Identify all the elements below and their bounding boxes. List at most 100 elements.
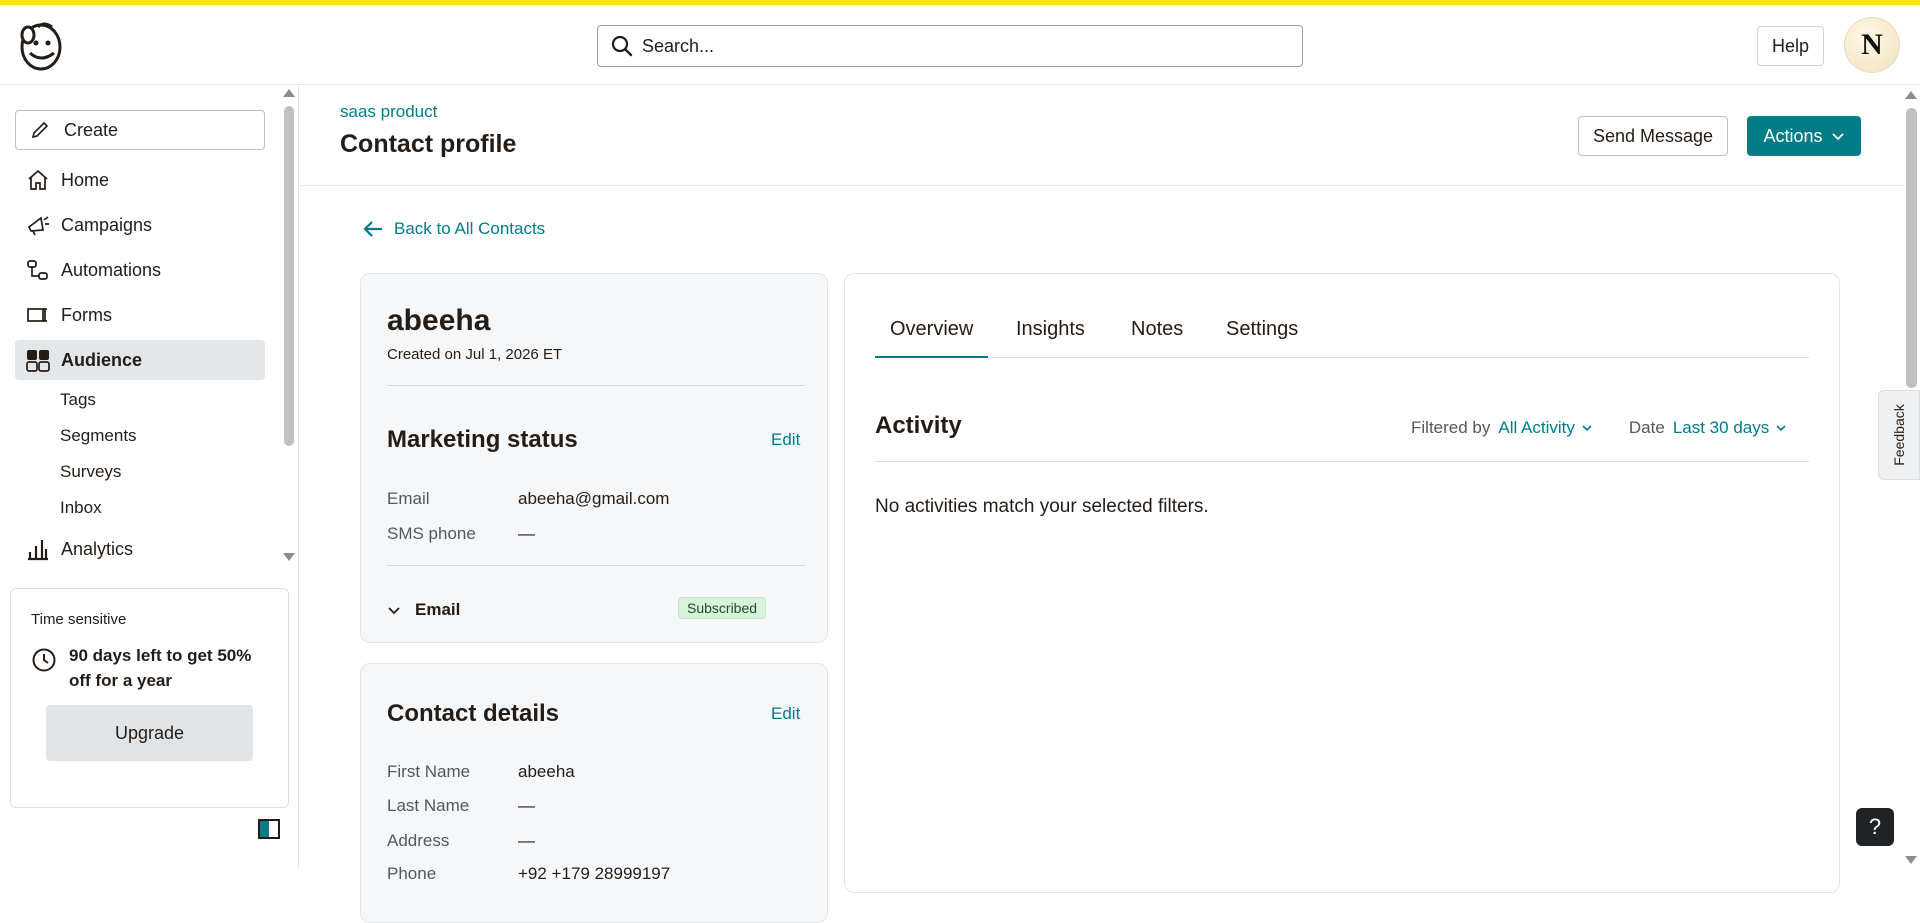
help-float-button[interactable]: ? [1856,808,1894,846]
mailchimp-logo-icon[interactable] [16,19,66,73]
sidebar-item-home[interactable]: Home [15,160,265,200]
address-label: Address [387,831,450,850]
activity-filters: Filtered by All Activity Date Last 30 da… [1411,418,1787,438]
last-name-value: — [518,796,535,815]
help-button[interactable]: Help [1757,26,1824,66]
contact-details-card: Contact details Edit First Name abeeha L… [360,663,828,923]
sidebar-item-automations[interactable]: Automations [15,250,265,290]
divider [875,461,1809,462]
search-icon [611,35,633,57]
edit-details-link[interactable]: Edit [771,704,800,724]
sidebar-subitem-segments[interactable]: Segments [60,426,137,446]
first-name-label: First Name [387,762,471,781]
date-filter-value: Last 30 days [1672,418,1770,437]
edit-marketing-link[interactable]: Edit [771,430,800,450]
sidebar-subitem-tags[interactable]: Tags [60,390,96,410]
sidebar-item-label: Forms [61,304,112,325]
empty-activity-message: No activities match your selected filter… [875,496,1209,517]
upgrade-promo-card: Time sensitive 90 days left to get 50% o… [10,588,289,808]
sms-label: SMS phone [387,524,476,543]
audience-icon [26,350,50,372]
feedback-tab[interactable]: Feedback [1878,390,1920,480]
top-bar: Help N [0,5,1920,85]
sidebar-scrollbar-thumb[interactable] [284,106,294,446]
back-to-contacts-link[interactable]: Back to All Contacts [362,218,545,240]
sms-value: — [518,524,535,543]
automation-icon [27,260,48,280]
date-filter-dropdown[interactable]: Last 30 days [1673,418,1787,438]
divider [387,385,805,386]
sidebar-item-label: Campaigns [61,214,153,235]
sidebar: Create Home Campaigns Automations Forms … [0,86,299,869]
pencil-icon [31,121,49,139]
first-name-value: abeeha [518,762,575,781]
created-on: Created on Jul 1, 2026 ET [387,346,563,363]
upgrade-button[interactable]: Upgrade [46,705,253,761]
address-value: — [518,831,535,850]
main-content: saas product Contact profile Send Messag… [300,86,1904,923]
bar-chart-icon [28,540,48,561]
tab-insights[interactable]: Insights [1001,314,1100,358]
home-icon [28,169,48,190]
header-divider [300,185,1904,186]
sidebar-subitem-inbox[interactable]: Inbox [60,498,102,518]
sidebar-item-label: Analytics [61,538,134,559]
activity-filter-dropdown[interactable]: All Activity [1498,418,1593,438]
chevron-down-icon [1776,425,1786,432]
sidebar-item-audience[interactable]: Audience [15,340,265,380]
promo-text: 90 days left to get 50% off for a year [69,646,252,690]
activity-title: Activity [875,412,962,439]
contact-name: abeeha [387,304,491,337]
sidebar-item-analytics[interactable]: Analytics [15,529,265,569]
contact-details-title: Contact details [387,700,560,727]
sidebar-scroll-up-icon[interactable] [283,89,295,97]
sidebar-item-label: Automations [61,259,162,280]
sidebar-item-label: Home [61,169,110,190]
back-link-label: Back to All Contacts [394,219,546,238]
form-icon [27,308,47,322]
activity-panel: Overview Insights Notes Settings Activit… [844,273,1840,893]
chevron-down-icon [388,607,400,615]
status-badge: Subscribed [678,597,767,619]
email-channel-label: Email [415,600,461,619]
contact-summary-card: abeeha Created on Jul 1, 2026 ET Marketi… [360,273,828,643]
sidebar-scroll-down-icon[interactable] [283,553,295,561]
create-button-label: Create [64,119,119,140]
email-value: abeeha@gmail.com [518,489,670,508]
search-box[interactable] [597,25,1303,67]
divider [387,565,805,566]
tab-settings[interactable]: Settings [1211,314,1313,358]
email-label: Email [387,489,430,508]
filtered-by-label: Filtered by [1411,418,1491,437]
user-avatar[interactable]: N [1844,17,1900,73]
tab-notes[interactable]: Notes [1116,314,1198,358]
sidebar-item-campaigns[interactable]: Campaigns [15,205,265,245]
date-label: Date [1628,418,1665,437]
sidebar-item-label: Audience [61,349,143,370]
last-name-label: Last Name [387,796,470,815]
arrow-left-icon [363,221,382,237]
sidebar-subitem-surveys[interactable]: Surveys [60,462,121,482]
sidebar-nav: Create Home Campaigns Automations Forms … [0,86,282,564]
breadcrumb[interactable]: saas product [340,102,437,122]
search-input[interactable] [642,35,1282,57]
email-channel-toggle[interactable]: Email [387,600,460,620]
marketing-status-title: Marketing status [387,426,578,453]
main-scrollbar-thumb[interactable] [1906,108,1917,388]
actions-button-label: Actions [1763,125,1823,146]
chevron-down-icon [1831,133,1844,141]
main-scroll-up-icon[interactable] [1905,91,1917,99]
chevron-down-icon [1582,425,1592,432]
promo-label: Time sensitive [31,611,127,628]
sidebar-collapse-icon[interactable] [258,819,280,839]
clock-icon [32,648,56,672]
feedback-label: Feedback [1891,404,1907,466]
sidebar-item-forms[interactable]: Forms [15,295,265,335]
send-message-button[interactable]: Send Message [1578,116,1728,156]
phone-value: +92 +179 28999197 [518,864,671,883]
actions-button[interactable]: Actions [1747,116,1861,156]
create-button[interactable]: Create [15,110,265,150]
activity-filter-value: All Activity [1498,418,1575,437]
main-scroll-down-icon[interactable] [1905,856,1917,864]
tab-overview[interactable]: Overview [875,314,989,358]
